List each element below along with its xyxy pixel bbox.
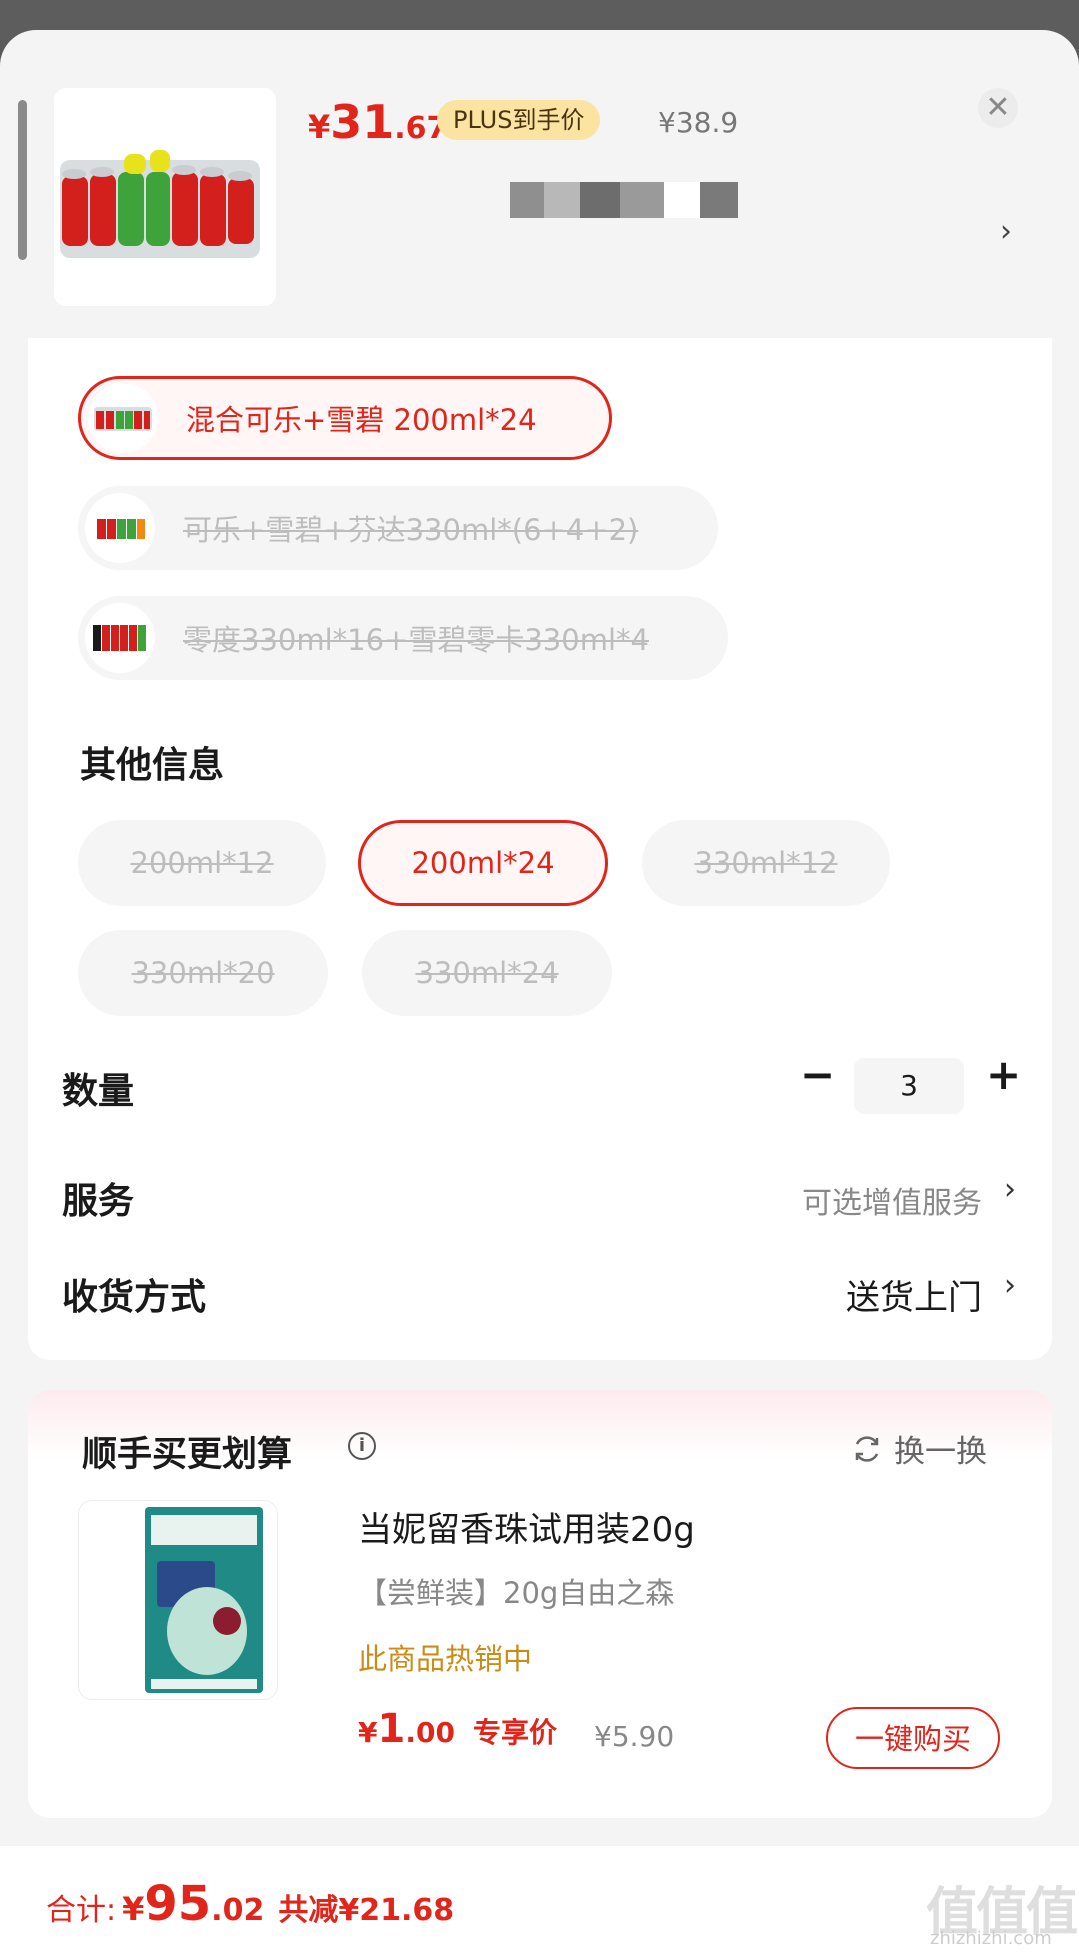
- flavor-option-1[interactable]: 混合可乐+雪碧 200ml*24: [78, 376, 612, 460]
- price-integer: 1: [377, 1706, 406, 1752]
- size-chip-200ml-24[interactable]: 200ml*24: [358, 820, 608, 906]
- product-thumbnail[interactable]: [54, 88, 276, 306]
- flavor-option-label: 零度330ml*16+雪碧零卡330ml*4: [183, 623, 649, 657]
- chevron-right-icon[interactable]: ›: [1000, 214, 1012, 249]
- spec-card: 混合可乐+雪碧 200ml*24 可乐+雪碧+芬达330ml*(6+4+2) 零…: [28, 338, 1052, 1360]
- price-currency: ¥: [358, 1716, 378, 1749]
- service-value[interactable]: 可选增值服务: [802, 1178, 982, 1222]
- recommend-title: 顺手买更划算: [82, 1435, 293, 1475]
- delivery-label: 收货方式: [62, 1277, 207, 1318]
- plus-price: ¥ 31 .67: [308, 95, 447, 149]
- quantity-plus-button[interactable]: +: [986, 1050, 1021, 1099]
- other-info-title: 其他信息: [80, 745, 225, 786]
- flavor-option-thumbnail: [85, 493, 155, 563]
- recommend-original-price: ¥5.90: [594, 1720, 675, 1753]
- price-decimal: .00: [405, 1716, 455, 1749]
- total-label: 合计:: [46, 1893, 117, 1928]
- swap-button[interactable]: 换一换: [850, 1426, 987, 1471]
- size-chip-330ml-20[interactable]: 330ml*20: [78, 930, 328, 1016]
- total-currency: ¥: [122, 1890, 145, 1928]
- total-decimal: .02: [211, 1893, 265, 1928]
- info-icon[interactable]: i: [348, 1432, 376, 1460]
- recommend-product-subtitle: 【尝鲜装】20g自由之森: [358, 1576, 675, 1610]
- quantity-minus-button[interactable]: −: [800, 1050, 835, 1099]
- flavor-option-thumbnail: [85, 603, 155, 673]
- price-integer: 31: [330, 95, 395, 149]
- size-chip-330ml-12[interactable]: 330ml*12: [642, 820, 890, 906]
- flavor-option-2[interactable]: 可乐+雪碧+芬达330ml*(6+4+2): [78, 486, 718, 570]
- flavor-option-label: 可乐+雪碧+芬达330ml*(6+4+2): [183, 513, 639, 547]
- size-chip-200ml-12[interactable]: 200ml*12: [78, 820, 326, 906]
- chevron-right-icon[interactable]: ›: [1004, 1172, 1016, 1207]
- redacted-text: [510, 182, 738, 218]
- order-total: 合计: ¥ 95 .02 共减¥21.68: [46, 1876, 454, 1932]
- flavor-option-3[interactable]: 零度330ml*16+雪碧零卡330ml*4: [78, 596, 728, 680]
- chevron-right-icon[interactable]: ›: [1004, 1268, 1016, 1303]
- quantity-input[interactable]: 3: [854, 1058, 964, 1114]
- delivery-value[interactable]: 送货上门: [846, 1270, 982, 1319]
- product-spec-sheet: ¥ 31 .67 PLUS到手价 ¥38.9 ✕ › 混合可乐+雪碧 200ml…: [0, 30, 1079, 1955]
- close-icon[interactable]: ✕: [978, 88, 1018, 128]
- watermark-url: zhizhizhi.com: [930, 1928, 1052, 1949]
- recommend-card: 顺手买更划算 i 换一换 当妮留香珠试用装20g 【尝鲜装】20g自由之森 此商…: [28, 1390, 1052, 1818]
- recommend-product-image[interactable]: [78, 1500, 278, 1700]
- total-integer: 95: [144, 1876, 212, 1932]
- bottom-bar: 合计: ¥ 95 .02 共减¥21.68: [0, 1846, 1079, 1955]
- one-click-buy-button[interactable]: 一键购买: [826, 1707, 1000, 1769]
- scroll-indicator[interactable]: [18, 100, 27, 260]
- exclusive-price-tag: 专享价: [472, 1716, 557, 1749]
- swap-label: 换一换: [894, 1434, 987, 1470]
- recommend-price: ¥ 1 .00 专享价: [358, 1706, 557, 1752]
- original-price: ¥38.9: [658, 106, 739, 139]
- size-chip-330ml-24[interactable]: 330ml*24: [362, 930, 612, 1016]
- flavor-option-label: 混合可乐+雪碧 200ml*24: [186, 403, 537, 437]
- refresh-icon: [855, 1435, 879, 1462]
- service-label: 服务: [62, 1181, 135, 1222]
- plus-price-badge: PLUS到手价: [437, 100, 601, 140]
- flavor-option-thumbnail: [88, 383, 158, 453]
- recommend-product-name[interactable]: 当妮留香珠试用装20g: [358, 1502, 695, 1551]
- total-discount: 共减¥21.68: [278, 1893, 455, 1928]
- quantity-label: 数量: [62, 1071, 135, 1112]
- recommend-hot-label: 此商品热销中: [358, 1642, 533, 1676]
- price-currency: ¥: [308, 108, 331, 146]
